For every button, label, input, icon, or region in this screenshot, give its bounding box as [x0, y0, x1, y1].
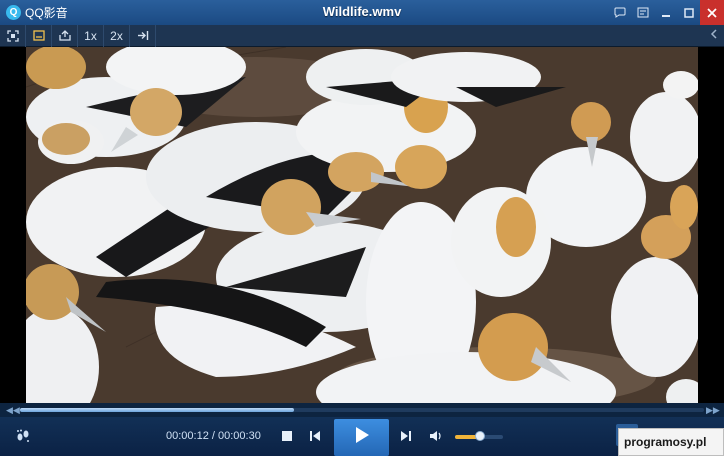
forward-arrow-icon[interactable]: ▶▶: [706, 403, 720, 417]
current-time: 00:00:12: [166, 430, 209, 442]
toolbar: 1x 2x: [0, 24, 724, 47]
watermark: programosy.pl: [618, 428, 724, 456]
stop-icon[interactable]: [280, 429, 294, 443]
settings-icon[interactable]: [631, 0, 654, 25]
play-button[interactable]: [334, 419, 389, 456]
previous-icon[interactable]: [307, 428, 323, 444]
video-frame-gannet-colony: [26, 47, 698, 403]
close-icon[interactable]: [700, 0, 724, 25]
volume-icon[interactable]: [428, 428, 444, 444]
seek-bar-fill: [20, 408, 294, 412]
seek-bar[interactable]: [20, 408, 704, 412]
time-display: 00:00:12 / 00:00:30: [166, 430, 261, 442]
qq-player-logo-icon: Q: [6, 5, 21, 20]
chat-icon[interactable]: [608, 0, 631, 25]
app-name: QQ影音: [25, 6, 68, 20]
pin-icon[interactable]: [130, 24, 156, 47]
minimize-icon[interactable]: [654, 0, 677, 25]
volume-slider[interactable]: [455, 431, 503, 441]
volume-knob[interactable]: [474, 431, 485, 441]
rewind-arrow-icon[interactable]: ◀◀: [6, 403, 20, 417]
video-area[interactable]: [0, 47, 724, 403]
progress-row: ◀◀ ▶▶: [0, 403, 724, 417]
speed-2x-button[interactable]: 2x: [104, 24, 130, 47]
window-controls: [608, 0, 724, 25]
control-bar: 00:00:12 / 00:00:30 programosy.pl: [0, 417, 724, 456]
title-bar[interactable]: Q QQ影音 Wildlife.wmv: [0, 0, 724, 25]
maximize-icon[interactable]: [677, 0, 700, 25]
speed-1x-button[interactable]: 1x: [78, 24, 104, 47]
footprints-icon[interactable]: [14, 427, 32, 445]
time-separator: /: [208, 430, 218, 442]
playlist-toggle-icon[interactable]: [710, 28, 718, 42]
subtitle-icon[interactable]: [26, 24, 52, 47]
fullscreen-icon[interactable]: [0, 24, 26, 47]
screenshot-icon[interactable]: [52, 24, 78, 47]
next-icon[interactable]: [398, 428, 414, 444]
watermark-text: programosy.pl: [624, 435, 707, 449]
total-time: 00:00:30: [218, 430, 261, 442]
play-icon: [354, 426, 370, 449]
